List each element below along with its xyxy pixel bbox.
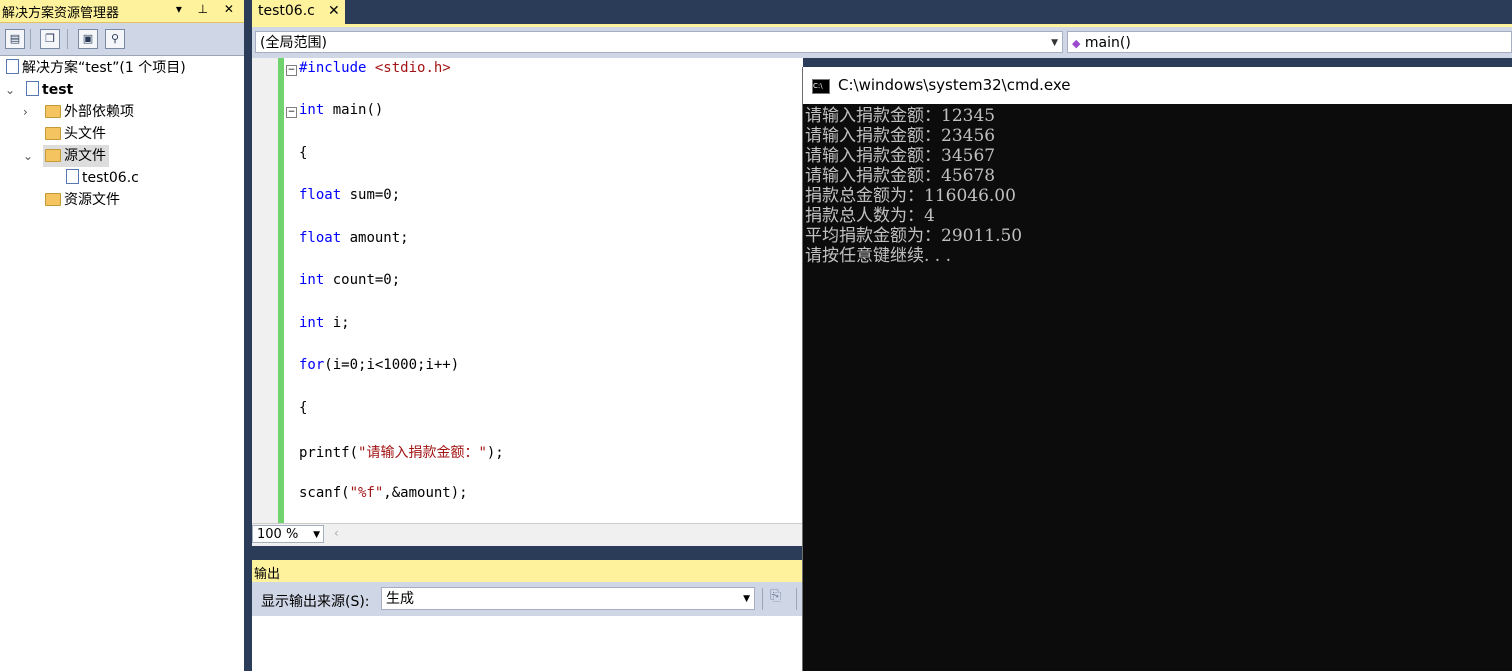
code-line: float amount; [299, 230, 409, 246]
panel-splitter[interactable] [252, 546, 803, 558]
output-source-label: 显示输出来源(S): [261, 594, 370, 610]
output-source-select[interactable]: 生成 ▼ [381, 587, 755, 610]
scroll-left-icon[interactable]: ‹ [334, 526, 339, 540]
tree-item-label: 资源文件 [64, 192, 120, 208]
console-line: 请输入捐款金额：45678 [805, 166, 996, 186]
tree-item-label: test06.c [82, 170, 139, 186]
solution-explorer-title-bar: 解决方案资源管理器 ▾ ⊥ ✕ [0, 0, 244, 23]
code-line: #include <stdio.h> [299, 60, 451, 76]
chevron-down-icon[interactable]: ⌄ [5, 83, 15, 97]
scope-dropdown-value: (全局范围) [260, 35, 327, 51]
project-node[interactable]: test [26, 79, 73, 101]
console-line: 请输入捐款金额：12345 [805, 106, 996, 126]
class-view-icon[interactable]: ⚲ [105, 29, 125, 49]
toolbar-separator [30, 29, 31, 49]
folder-open-icon [45, 149, 61, 162]
console-line: 捐款总金额为：116046.00 [805, 186, 1016, 206]
tree-item-label: 外部依赖项 [64, 104, 134, 120]
project-icon [26, 81, 39, 96]
code-line: for(i=0;i<1000;i++) [299, 357, 460, 373]
scope-dropdown[interactable]: (全局范围) ▼ [255, 31, 1063, 53]
refresh-icon[interactable]: ▣ [78, 29, 98, 49]
console-line: 请按任意键继续. . . [805, 246, 952, 266]
console-window[interactable]: C:\ C:\windows\system32\cmd.exe 请输入捐款金额：… [802, 67, 1512, 671]
output-title: 输出 [254, 567, 281, 582]
console-line: 捐款总人数为：4 [805, 206, 935, 226]
console-line: 请输入捐款金额：23456 [805, 126, 996, 146]
navigation-bar: (全局范围) ▼ ◆ main() [252, 27, 1512, 58]
chevron-right-icon[interactable]: › [23, 105, 28, 119]
chevron-down-icon[interactable]: ⌄ [23, 149, 33, 163]
code-line: float sum=0; [299, 187, 401, 203]
tree-item-label: 源文件 [64, 148, 106, 164]
tree-item-label: 头文件 [64, 126, 106, 142]
properties-icon[interactable]: ▤ [5, 29, 25, 49]
editor-gutter [252, 58, 278, 523]
console-title-bar[interactable]: C:\ C:\windows\system32\cmd.exe [803, 67, 1512, 104]
toolbar-separator [67, 29, 68, 49]
tab-test06-c[interactable]: test06.c ✕ [252, 0, 345, 24]
output-source-value: 生成 [386, 591, 414, 607]
cmd-icon: C:\ [812, 79, 830, 94]
tree-item-source-files[interactable]: 源文件 [43, 145, 109, 167]
code-line: int i; [299, 315, 350, 331]
tree-item-external-deps[interactable]: 外部依赖项 [45, 101, 134, 123]
folder-icon [45, 127, 61, 140]
fold-toggle-icon[interactable]: − [286, 65, 297, 76]
change-tracking-bar [278, 58, 284, 523]
member-dropdown-value: main() [1084, 35, 1131, 51]
tree-item-test06-c[interactable]: test06.c [66, 167, 139, 189]
solution-explorer-toolbar: ▤ ❐ ▣ ⚲ [0, 23, 244, 56]
zoom-dropdown[interactable]: 100 % ▼ [252, 525, 324, 543]
project-label: test [42, 82, 74, 98]
code-line: int count=0; [299, 272, 401, 288]
code-line: int main() [299, 102, 384, 118]
tree-item-header-files[interactable]: 头文件 [45, 123, 106, 145]
tab-label: test06.c [258, 3, 315, 19]
code-line: printf("请输入捐款金额："); [299, 445, 504, 461]
c-file-icon [66, 169, 79, 184]
solution-label: 解决方案“test”(1 个项目) [22, 60, 186, 76]
close-icon[interactable]: ✕ [328, 3, 340, 19]
zoom-value: 100 % [257, 527, 299, 542]
chevron-down-icon: ▼ [743, 594, 750, 604]
solution-explorer-panel: 解决方案资源管理器 ▾ ⊥ ✕ ▤ ❐ ▣ ⚲ 解决方案“test”(1 个项目… [0, 0, 244, 671]
method-icon: ◆ [1072, 37, 1081, 50]
solution-explorer-title: 解决方案资源管理器 [2, 6, 120, 21]
chevron-down-icon: ▼ [313, 530, 320, 540]
external-deps-icon [45, 105, 61, 118]
panel-splitter[interactable] [244, 0, 252, 671]
show-all-files-icon[interactable]: ❐ [40, 29, 60, 49]
console-line: 平均捐款金额为：29011.50 [805, 226, 1023, 246]
chevron-down-icon: ▼ [1051, 38, 1058, 48]
fold-toggle-icon[interactable]: − [286, 107, 297, 118]
editor-status-bar: 100 % ▼ ‹ [252, 523, 803, 546]
code-line: { [299, 145, 308, 161]
output-toolbar: 显示输出来源(S): 生成 ▼ ⎘ [252, 582, 803, 616]
find-message-icon[interactable]: ⎘ [770, 588, 781, 604]
code-line: { [299, 400, 308, 416]
code-line: scanf("%f",&amount); [299, 485, 468, 501]
console-title: C:\windows\system32\cmd.exe [838, 76, 1071, 94]
tree-item-resource-files[interactable]: 资源文件 [45, 189, 120, 211]
solution-node[interactable]: 解决方案“test”(1 个项目) [6, 57, 186, 79]
toolbar-separator [796, 588, 797, 610]
output-title-bar: 输出 [252, 560, 803, 582]
toolbar-separator [762, 588, 763, 610]
folder-icon [45, 193, 61, 206]
panel-window-buttons[interactable]: ▾ ⊥ ✕ [176, 2, 240, 16]
member-dropdown[interactable]: ◆ main() [1067, 31, 1512, 53]
output-content[interactable] [252, 616, 803, 671]
solution-icon [6, 59, 19, 74]
console-line: 请输入捐款金额：34567 [805, 146, 996, 166]
